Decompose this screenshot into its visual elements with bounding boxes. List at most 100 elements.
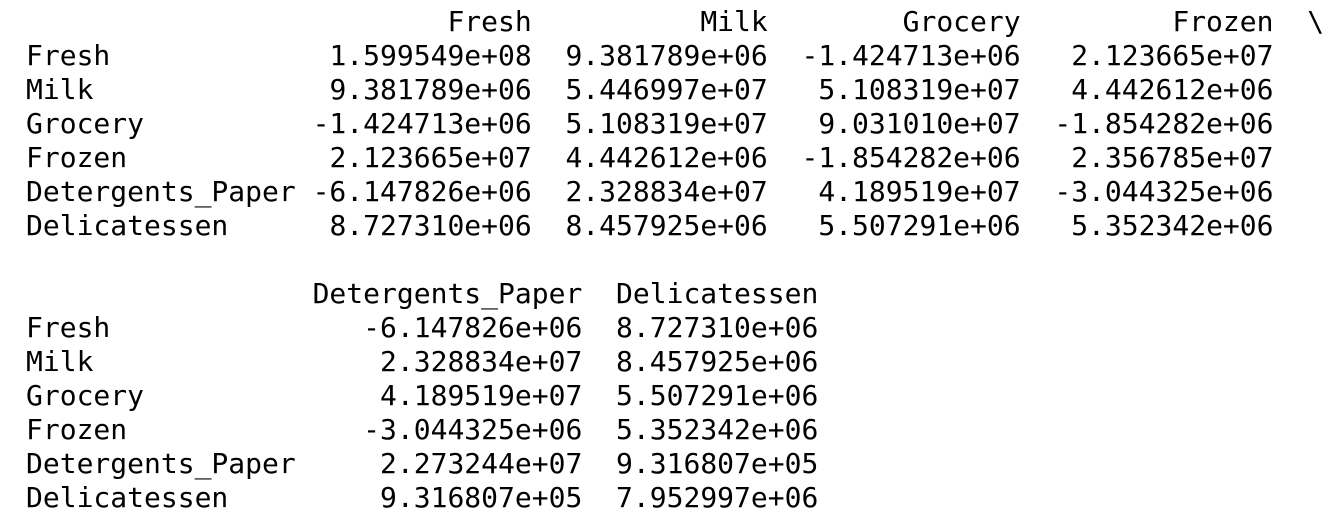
- table-cell: 4.189519e+07: [818, 175, 1021, 208]
- table-cell: 4.189519e+07: [380, 379, 583, 412]
- column-spacer: [296, 379, 380, 412]
- row-label: Frozen: [26, 141, 296, 174]
- column-spacer: [296, 345, 380, 378]
- column-spacer: [296, 413, 363, 446]
- column-spacer: [296, 447, 380, 480]
- row-label: Fresh: [26, 39, 296, 72]
- column-spacer: [532, 5, 701, 38]
- column-spacer: [532, 141, 566, 174]
- column-spacer: [768, 5, 903, 38]
- table-cell: -1.424713e+06: [801, 39, 1021, 72]
- column-spacer: [296, 5, 448, 38]
- table-cell: 2.123665e+07: [1071, 39, 1274, 72]
- table-cell: 9.381789e+06: [329, 73, 532, 106]
- block1-table-row: Milk 9.381789e+06 5.446997e+07 5.108319e…: [26, 73, 1324, 107]
- column-spacer: [582, 413, 616, 446]
- table-cell: 5.507291e+06: [818, 209, 1021, 242]
- column-spacer: [296, 73, 330, 106]
- block2-table-row: Milk 2.328834e+07 8.457925e+06: [26, 345, 1324, 379]
- column-spacer: [532, 209, 566, 242]
- table-cell: 7.952997e+06: [616, 481, 819, 514]
- block2-header-row: Detergents_Paper Delicatessen: [26, 277, 1324, 311]
- row-label: Grocery: [26, 107, 296, 140]
- table-cell: -6.147826e+06: [312, 175, 532, 208]
- row-label: Delicatessen: [26, 481, 296, 514]
- column-spacer: [582, 379, 616, 412]
- column-spacer: [1021, 209, 1072, 242]
- column-header: Milk: [700, 5, 768, 38]
- block2-table-row: Grocery 4.189519e+07 5.507291e+06: [26, 379, 1324, 413]
- table-cell: -6.147826e+06: [363, 311, 583, 344]
- column-spacer: [532, 73, 566, 106]
- column-header: Detergents_Paper: [312, 277, 583, 310]
- table-cell: -3.044325e+06: [363, 413, 583, 446]
- column-header: Frozen: [1172, 5, 1274, 38]
- block1-table-row: Grocery -1.424713e+06 5.108319e+07 9.031…: [26, 107, 1324, 141]
- block2-table-row: Fresh -6.147826e+06 8.727310e+06: [26, 311, 1324, 345]
- row-label: Grocery: [26, 379, 296, 412]
- table-cell: 4.442612e+06: [565, 141, 768, 174]
- block1-table-row: Detergents_Paper -6.147826e+06 2.328834e…: [26, 175, 1324, 209]
- column-spacer: [582, 447, 616, 480]
- table-cell: 1.599549e+08: [329, 39, 532, 72]
- table-cell: 9.316807e+05: [616, 447, 819, 480]
- column-spacer: [1274, 5, 1308, 38]
- table-cell: 2.273244e+07: [380, 447, 583, 480]
- row-label: Milk: [26, 73, 296, 106]
- column-spacer: [296, 311, 363, 344]
- index-spacer: [26, 5, 296, 38]
- column-spacer: [768, 107, 819, 140]
- table-cell: 5.108319e+07: [565, 107, 768, 140]
- row-label: Detergents_Paper: [26, 447, 296, 480]
- column-spacer: [296, 277, 313, 310]
- table-cell: 2.123665e+07: [329, 141, 532, 174]
- table-cell: 8.457925e+06: [616, 345, 819, 378]
- column-spacer: [296, 209, 330, 242]
- column-header: Grocery: [902, 5, 1021, 38]
- table-cell: 5.507291e+06: [616, 379, 819, 412]
- block-separator: [26, 243, 1324, 277]
- block2-table-row: Frozen -3.044325e+06 5.352342e+06: [26, 413, 1324, 447]
- column-spacer: [768, 209, 819, 242]
- table-cell: 5.108319e+07: [818, 73, 1021, 106]
- column-spacer: [582, 311, 616, 344]
- row-label: Milk: [26, 345, 296, 378]
- column-spacer: [582, 277, 616, 310]
- column-spacer: [1021, 5, 1173, 38]
- table-cell: -1.424713e+06: [312, 107, 532, 140]
- table-cell: 5.352342e+06: [616, 413, 819, 446]
- column-spacer: [582, 345, 616, 378]
- row-label: Fresh: [26, 311, 296, 344]
- table-cell: 9.316807e+05: [380, 481, 583, 514]
- column-spacer: [532, 107, 566, 140]
- table-cell: 9.031010e+07: [818, 107, 1021, 140]
- table-cell: 5.446997e+07: [565, 73, 768, 106]
- block1-table-row: Frozen 2.123665e+07 4.442612e+06 -1.8542…: [26, 141, 1324, 175]
- table-cell: -3.044325e+06: [1054, 175, 1274, 208]
- column-spacer: [1021, 141, 1072, 174]
- block2-table-row: Detergents_Paper 2.273244e+07 9.316807e+…: [26, 447, 1324, 481]
- row-label: Delicatessen: [26, 209, 296, 242]
- column-spacer: [532, 39, 566, 72]
- table-cell: 8.727310e+06: [329, 209, 532, 242]
- column-spacer: [296, 107, 313, 140]
- block1-table-row: Fresh 1.599549e+08 9.381789e+06 -1.42471…: [26, 39, 1324, 73]
- column-spacer: [1021, 175, 1055, 208]
- column-spacer: [532, 175, 566, 208]
- block1-table-row: Delicatessen 8.727310e+06 8.457925e+06 5…: [26, 209, 1324, 243]
- block2-table-row: Delicatessen 9.316807e+05 7.952997e+06: [26, 481, 1324, 515]
- column-header: Fresh: [447, 5, 532, 38]
- table-cell: 2.328834e+07: [565, 175, 768, 208]
- column-spacer: [768, 141, 802, 174]
- column-spacer: [1021, 39, 1072, 72]
- row-label: Frozen: [26, 413, 296, 446]
- column-spacer: [296, 175, 313, 208]
- table-cell: -1.854282e+06: [1054, 107, 1274, 140]
- table-cell: 5.352342e+06: [1071, 209, 1274, 242]
- covariance-matrix-output: Fresh Milk Grocery Frozen \ Fresh 1.59954…: [26, 5, 1324, 515]
- column-spacer: [768, 73, 819, 106]
- column-spacer: [768, 175, 819, 208]
- table-cell: 8.457925e+06: [565, 209, 768, 242]
- column-header: Delicatessen: [616, 277, 819, 310]
- column-spacer: [296, 39, 330, 72]
